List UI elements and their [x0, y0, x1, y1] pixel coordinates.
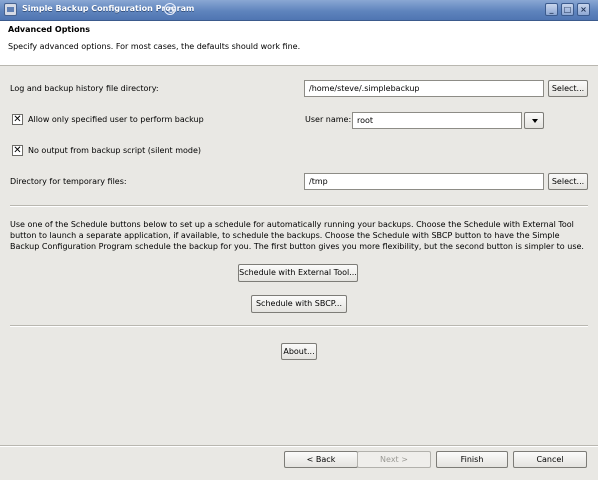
user-name-label: User name:	[305, 115, 352, 124]
page-description: Specify advanced options. For most cases…	[8, 42, 301, 51]
about-button[interactable]: About...	[281, 343, 317, 360]
user-name-dropdown[interactable]	[524, 112, 544, 129]
next-button[interactable]: Next >	[357, 451, 431, 468]
log-dir-label: Log and backup history file directory:	[10, 84, 159, 93]
temp-dir-field[interactable]: /tmp	[304, 173, 544, 190]
dialog-window: Simple Backup Configuration Program _ □ …	[0, 0, 598, 480]
maximize-button[interactable]: □	[561, 3, 574, 16]
title-bar[interactable]: Simple Backup Configuration Program _ □ …	[0, 0, 598, 21]
log-dir-field[interactable]: /home/steve/.simplebackup	[304, 80, 544, 97]
close-button[interactable]: ×	[577, 3, 590, 16]
page-header: Advanced Options Specify advanced option…	[0, 21, 598, 66]
window-menu-icon[interactable]	[164, 3, 176, 15]
allow-user-label: Allow only specified user to perform bac…	[28, 115, 204, 124]
back-button[interactable]: < Back	[284, 451, 358, 468]
page-title: Advanced Options	[8, 25, 90, 34]
cancel-button[interactable]: Cancel	[513, 451, 587, 468]
footer-separator	[0, 445, 598, 447]
minimize-button[interactable]: _	[545, 3, 558, 16]
silent-mode-checkbox[interactable]: ✕	[12, 145, 23, 156]
temp-dir-label: Directory for temporary files:	[10, 177, 127, 186]
schedule-sbcp-button[interactable]: Schedule with SBCP...	[251, 295, 347, 313]
separator	[10, 205, 588, 207]
allow-user-checkbox[interactable]: ✕	[12, 114, 23, 125]
schedule-description: Use one of the Schedule buttons below to…	[10, 220, 584, 251]
temp-dir-select-button[interactable]: Select...	[548, 173, 588, 190]
app-icon	[4, 3, 17, 16]
silent-mode-label: No output from backup script (silent mod…	[28, 146, 202, 155]
log-dir-select-button[interactable]: Select...	[548, 80, 588, 97]
chevron-down-icon	[532, 119, 538, 123]
schedule-external-tool-button[interactable]: Schedule with External Tool...	[238, 264, 358, 282]
separator	[10, 325, 588, 327]
finish-button[interactable]: Finish	[436, 451, 508, 468]
user-name-field[interactable]: root	[352, 112, 522, 129]
